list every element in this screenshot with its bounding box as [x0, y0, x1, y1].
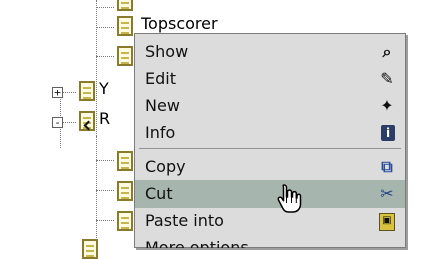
tree-line-horizontal: [96, 160, 114, 161]
menu-item-label: New: [145, 96, 180, 115]
scissors-icon: ✂: [380, 184, 394, 203]
menu-item-label: Info: [145, 123, 176, 142]
document-icon[interactable]: [117, 151, 133, 171]
document-icon[interactable]: [82, 239, 98, 259]
tree-line-horizontal: [96, 27, 114, 28]
menu-item-copy[interactable]: Copy ⧉: [135, 153, 405, 181]
menu-item-label: Cut: [145, 184, 173, 203]
menu-item-new[interactable]: New ✦: [135, 92, 405, 120]
menu-item-more-options[interactable]: More options: [135, 234, 405, 248]
tree-line-horizontal: [96, 56, 114, 57]
menu-item-label: Paste into: [145, 211, 224, 230]
menu-item-paste-into[interactable]: Paste into ▣: [135, 207, 405, 235]
tree-line-vertical: [96, 136, 97, 252]
tree-line-horizontal: [96, 190, 114, 191]
tree-line-horizontal: [63, 122, 76, 123]
document-icon[interactable]: [117, 181, 133, 201]
new-icon: ✦: [380, 96, 394, 115]
search-icon: ⌕: [382, 42, 392, 61]
menu-item-label: Copy: [145, 157, 186, 176]
tree-line-horizontal: [96, 220, 114, 221]
menu-item-edit[interactable]: Edit ✎: [135, 65, 405, 93]
document-icon[interactable]: [117, 211, 133, 231]
document-icon[interactable]: [117, 46, 133, 66]
tree-line-horizontal: [96, 7, 114, 8]
document-icon[interactable]: [117, 16, 133, 36]
document-icon[interactable]: [117, 0, 133, 11]
menu-item-label: Show: [145, 42, 189, 61]
paste-icon: ▣: [379, 213, 395, 231]
menu-item-show[interactable]: Show ⌕: [135, 38, 405, 66]
edit-icon: ✎: [380, 69, 394, 88]
copy-icon: ⧉: [381, 157, 393, 176]
menu-item-cut[interactable]: Cut ✂: [135, 180, 405, 208]
menu-item-info[interactable]: Info i: [135, 119, 405, 147]
tree-item-topscorer-label[interactable]: Topscorer: [141, 14, 218, 33]
info-icon: i: [381, 125, 395, 141]
context-menu: Show ⌕ Edit ✎ New ✦ Info i Copy ⧉ Cut ✂ …: [134, 33, 406, 248]
menu-separator: [139, 148, 401, 149]
collapse-minus-icon[interactable]: -: [52, 117, 63, 128]
menu-item-label: More options: [145, 238, 249, 248]
tree-line-horizontal: [63, 92, 76, 93]
menu-item-label: Edit: [145, 69, 176, 88]
tree-item-r-label[interactable]: R: [99, 109, 110, 128]
hand-cursor-icon: [277, 184, 302, 213]
expand-plus-icon[interactable]: +: [52, 87, 63, 98]
document-icon[interactable]: [79, 81, 95, 101]
tree-item-y-label[interactable]: Y: [99, 79, 109, 98]
